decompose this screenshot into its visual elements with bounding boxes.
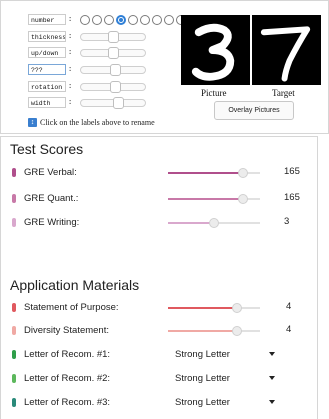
number-radio-selected[interactable] (116, 14, 126, 25)
letter-1-select[interactable]: Strong Letter (169, 345, 281, 363)
letter-3-select[interactable]: Strong Letter (169, 393, 281, 411)
slider-thumb[interactable] (107, 46, 119, 59)
score-row-gre-verbal: GRE Verbal: (12, 165, 77, 179)
letter-row-1: Letter of Recom. #1: (12, 347, 110, 361)
number-radio[interactable] (152, 14, 162, 25)
hint-text: Click on the labels above to rename (40, 118, 155, 127)
select-value: Strong Letter (175, 372, 230, 384)
letter-2-select[interactable]: Strong Letter (169, 369, 281, 387)
unknown-slider[interactable] (80, 63, 146, 76)
slider-thumb[interactable] (112, 96, 124, 109)
slider-fill (168, 198, 244, 200)
slider-knob[interactable] (232, 303, 242, 313)
width-slider[interactable] (80, 96, 146, 109)
control-label-rotation[interactable]: rotation (28, 81, 66, 92)
application-materials-title: Application Materials (10, 277, 140, 293)
control-label-unknown[interactable]: ??? (28, 64, 66, 75)
rotation-slider[interactable] (80, 80, 146, 93)
picture-image (181, 15, 250, 85)
slider-track (214, 222, 260, 224)
slider-fill (168, 330, 237, 332)
slider-fill (168, 172, 244, 174)
slider-fill (168, 307, 237, 309)
letter-row-3: Letter of Recom. #3: (12, 395, 110, 409)
control-label-number[interactable]: number (28, 14, 66, 25)
number-radio[interactable] (104, 14, 114, 25)
number-radio[interactable] (92, 14, 102, 25)
slider-knob[interactable] (238, 194, 249, 204)
control-row-number: number : (28, 13, 198, 26)
diversity-statement-value: 4 (286, 324, 292, 335)
digit-generator-panel: number : thickness : up/down : ??? : rot… (0, 0, 329, 134)
control-row-unknown: ??? : (28, 63, 146, 76)
target-caption: Target (272, 88, 295, 98)
control-row-thickness: thickness : (28, 30, 146, 43)
color-marker (12, 217, 16, 227)
gre-quant-slider[interactable] (168, 194, 260, 204)
letter-label: Letter of Recom. #3: (24, 396, 111, 408)
score-label: GRE Writing: (24, 216, 80, 228)
score-row-gre-writing: GRE Writing: (12, 215, 79, 229)
statement-of-purpose-slider[interactable] (168, 303, 260, 313)
updown-slider[interactable] (80, 46, 146, 59)
color-marker (12, 325, 16, 335)
applicant-panel: Test Scores GRE Verbal: 165 GRE Quant.: … (0, 136, 318, 419)
color-marker (12, 349, 16, 359)
digit-three-glyph (191, 23, 235, 81)
select-value: Strong Letter (175, 396, 230, 408)
number-radio[interactable] (80, 14, 90, 25)
slider-knob[interactable] (238, 168, 249, 178)
control-label-width[interactable]: width (28, 97, 66, 108)
slider-knob[interactable] (232, 326, 242, 336)
gre-writing-value: 3 (284, 216, 290, 227)
number-radio[interactable] (140, 14, 150, 25)
gre-quant-value: 165 (284, 192, 300, 203)
statement-of-purpose-value: 4 (286, 301, 292, 312)
picture-caption: Picture (201, 88, 227, 98)
diversity-statement-slider[interactable] (168, 326, 260, 336)
caret-down-icon (269, 352, 275, 356)
control-row-rotation: rotation : (28, 80, 146, 93)
number-radio[interactable] (164, 14, 174, 25)
material-row-statement: Statement of Purpose: (12, 300, 119, 314)
control-row-width: width : (28, 96, 146, 109)
number-radio[interactable] (128, 14, 138, 25)
color-marker (12, 373, 16, 383)
material-label: Diversity Statement: (24, 324, 109, 336)
slider-thumb[interactable] (107, 30, 119, 43)
thickness-slider[interactable] (80, 30, 146, 43)
score-label: GRE Quant.: (24, 192, 79, 204)
material-label: Statement of Purpose: (24, 301, 119, 313)
select-value: Strong Letter (175, 348, 230, 360)
slider-thumb[interactable] (110, 80, 122, 93)
test-scores-title: Test Scores (10, 141, 84, 157)
rename-hint: ↕ Click on the labels above to rename (28, 118, 155, 127)
gre-writing-slider[interactable] (168, 218, 260, 228)
letter-label: Letter of Recom. #2: (24, 372, 111, 384)
material-row-diversity: Diversity Statement: (12, 323, 109, 337)
info-icon: ↕ (28, 118, 37, 127)
caret-down-icon (269, 376, 275, 380)
slider-fill (168, 222, 214, 224)
digit-seven-glyph (260, 26, 311, 82)
colon: : (68, 15, 73, 24)
slider-thumb[interactable] (110, 63, 122, 76)
score-label: GRE Verbal: (24, 166, 77, 178)
color-marker (12, 193, 16, 203)
caret-down-icon (269, 400, 275, 404)
slider-knob[interactable] (209, 218, 219, 228)
score-row-gre-quant: GRE Quant.: (12, 191, 78, 205)
gre-verbal-slider[interactable] (168, 168, 260, 178)
control-label-thickness[interactable]: thickness (28, 31, 66, 42)
letter-label: Letter of Recom. #1: (24, 348, 111, 360)
color-marker (12, 167, 16, 177)
letter-row-2: Letter of Recom. #2: (12, 371, 110, 385)
gre-verbal-value: 165 (284, 166, 300, 177)
control-row-updown: up/down : (28, 46, 146, 59)
color-marker (12, 397, 16, 407)
color-marker (12, 302, 16, 312)
control-label-updown[interactable]: up/down (28, 47, 66, 58)
overlay-pictures-button[interactable]: Overlay Pictures (214, 101, 294, 120)
target-image (252, 15, 321, 85)
